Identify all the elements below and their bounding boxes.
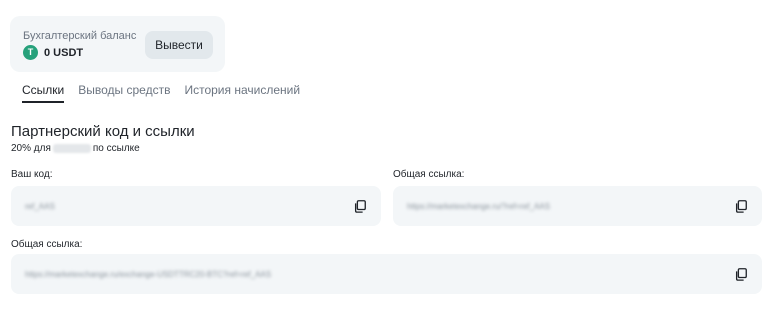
full-link-label: Общая ссылка: <box>11 239 83 250</box>
link-value: https://marketexchange.ru/?ref=ref_AAS <box>407 201 550 211</box>
withdraw-button[interactable]: Вывести <box>145 31 213 59</box>
code-value: ref_AAS <box>25 201 55 211</box>
subtitle-suffix: по ссылке <box>92 143 140 154</box>
link-label: Общая ссылка: <box>393 169 465 180</box>
tabs: Ссылки Выводы средств История начислений <box>22 83 300 103</box>
code-field: ref_AAS <box>11 186 381 226</box>
balance-card: Бухгалтерский баланс T 0 USDT Вывести <box>10 16 225 72</box>
balance-value: T 0 USDT <box>23 45 83 60</box>
subtitle-prefix: 20% для <box>11 143 51 154</box>
tab-withdrawals[interactable]: Выводы средств <box>78 83 170 103</box>
full-link-value: https://marketexchange.ru/exchange-USDTT… <box>25 269 272 279</box>
copy-icon[interactable] <box>734 267 748 281</box>
copy-icon[interactable] <box>734 199 748 213</box>
redacted-text <box>52 144 91 153</box>
tether-icon: T <box>23 45 38 60</box>
section-subtitle: 20% для по ссылке <box>11 143 140 154</box>
full-link-field: https://marketexchange.ru/exchange-USDTT… <box>11 254 762 294</box>
balance-amount: 0 USDT <box>44 46 84 59</box>
tab-links[interactable]: Ссылки <box>22 83 65 103</box>
code-label: Ваш код: <box>11 169 53 180</box>
link-field: https://marketexchange.ru/?ref=ref_AAS <box>393 186 762 226</box>
section-title: Партнерский код и ссылки <box>11 123 195 140</box>
tab-accrual-history[interactable]: История начислений <box>184 83 300 103</box>
balance-label: Бухгалтерский баланс <box>23 30 137 42</box>
copy-icon[interactable] <box>353 199 367 213</box>
